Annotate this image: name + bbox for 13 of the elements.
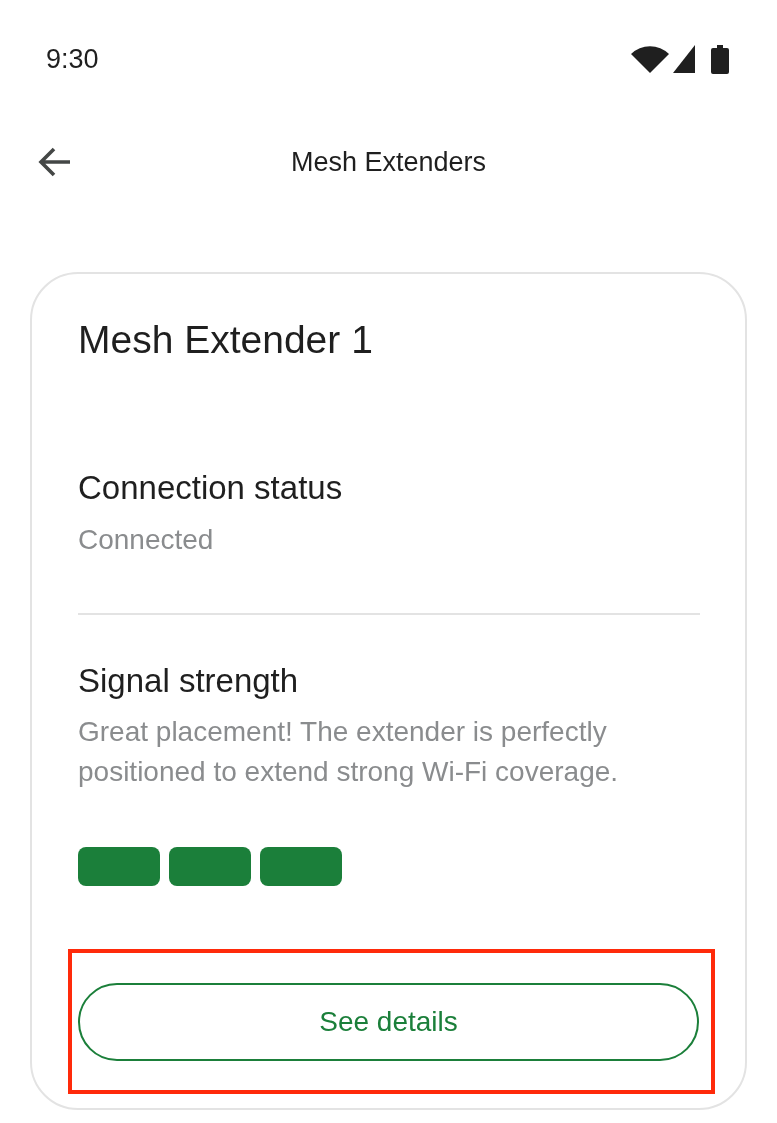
status-time: 9:30 — [46, 43, 99, 75]
card-title: Mesh Extender 1 — [78, 317, 374, 363]
status-value: Connected — [78, 523, 215, 557]
page-title: Mesh Extenders — [290, 146, 487, 178]
section-label: Connection status — [78, 468, 344, 508]
section-label: Signal strength — [78, 661, 300, 701]
battery-icon — [711, 44, 729, 74]
cell-signal-icon — [673, 45, 695, 73]
see-details-button[interactable]: See details — [78, 983, 699, 1061]
back-button[interactable] — [37, 145, 71, 179]
back-arrow-icon — [37, 147, 71, 177]
signal-description: Great placement! The extender is perfectly positioned to extend strong Wi-Fi coverage. — [78, 715, 620, 789]
wifi-icon — [631, 45, 669, 73]
